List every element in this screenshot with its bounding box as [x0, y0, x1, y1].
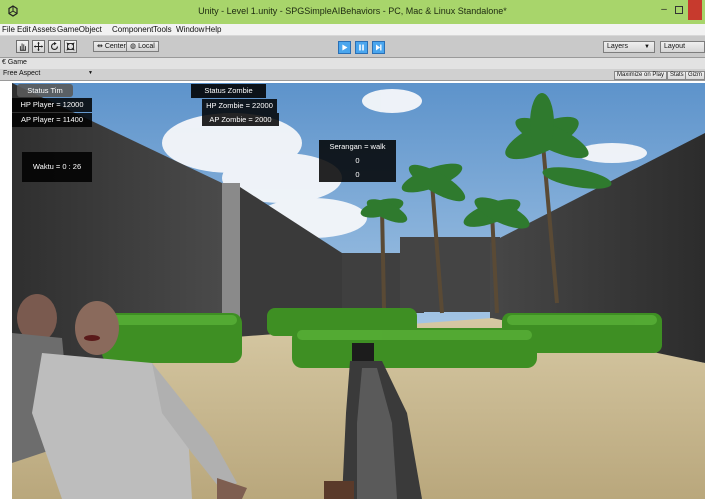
move-icon: [33, 41, 44, 52]
menu-assets[interactable]: Assets: [32, 25, 56, 34]
step-icon: [375, 44, 382, 51]
tab-game-label: Game: [7, 59, 27, 66]
maximize-button[interactable]: [675, 6, 683, 14]
game-viewport[interactable]: Status Tim HP Player = 12000 AP Player =…: [12, 83, 705, 499]
right-block-wall: [400, 237, 500, 312]
attack-value-1: 0: [355, 156, 360, 165]
play-button[interactable]: [338, 41, 351, 54]
attack-status-label: Serangan = walk: [329, 142, 386, 151]
gizmos-toggle[interactable]: Gizm: [685, 71, 705, 80]
chevron-down-icon: ▼: [88, 70, 93, 76]
scale-icon: [66, 42, 75, 51]
window-titlebar: Unity - Level 1.unity - SPGSimpleAIBehav…: [0, 0, 705, 24]
pivot-local-button[interactable]: ◍ Local: [126, 41, 159, 52]
zombie-status-title: Status Zombie: [191, 84, 266, 98]
maximize-on-play-toggle[interactable]: Maximize on Play: [614, 71, 668, 80]
scale-tool-button[interactable]: [64, 40, 77, 53]
layout-label: Layout: [664, 43, 686, 50]
menu-help[interactable]: Help: [205, 25, 221, 34]
game-view-toolbar: Free Aspect ▼ Maximize on Play Stats Giz…: [0, 69, 705, 81]
pivot-icon: ⇹: [97, 43, 103, 50]
tab-game[interactable]: € Game: [2, 59, 27, 66]
hand-tool-button[interactable]: [16, 40, 29, 53]
player-status-title: Status Tim: [17, 84, 73, 97]
pause-icon: [359, 44, 364, 51]
local-label: Local: [138, 43, 155, 50]
menu-component[interactable]: Component: [112, 25, 153, 34]
close-button[interactable]: [688, 0, 702, 20]
minimize-button[interactable]: –: [659, 4, 669, 16]
menu-window[interactable]: Window: [176, 25, 204, 34]
layout-dropdown[interactable]: Layout: [660, 41, 705, 53]
menu-edit[interactable]: Edit: [17, 25, 31, 34]
zombie-hp-label: HP Zombie = 22000: [202, 99, 277, 113]
center-label: Center: [104, 43, 126, 50]
aspect-dropdown[interactable]: Free Aspect ▼: [0, 70, 95, 80]
attack-status-panel: Serangan = walk 0 0: [319, 140, 396, 182]
stats-toggle[interactable]: Stats: [667, 71, 687, 80]
chevron-down-icon: ▼: [644, 44, 650, 50]
player-hp-label: HP Player = 12000: [12, 98, 92, 112]
menu-bar: File Edit Assets GameObject Component To…: [0, 24, 705, 36]
pause-button[interactable]: [355, 41, 368, 54]
attack-value-2: 0: [355, 170, 360, 179]
layers-dropdown[interactable]: Layers ▼: [603, 41, 655, 53]
step-button[interactable]: [372, 41, 385, 54]
rotate-tool-button[interactable]: [48, 40, 61, 53]
timer-label: Waktu = 0 : 26: [22, 152, 92, 182]
game-icon: €: [2, 59, 6, 66]
player-ap-label: AP Player = 11400: [12, 113, 92, 127]
window-title: Unity - Level 1.unity - SPGSimpleAIBehav…: [198, 6, 507, 16]
menu-file[interactable]: File: [2, 25, 15, 34]
aspect-label: Free Aspect: [3, 70, 41, 77]
pivot-center-button[interactable]: ⇹ Center: [93, 41, 130, 52]
layers-label: Layers: [607, 43, 629, 50]
menu-gameobject[interactable]: GameObject: [57, 25, 102, 34]
globe-icon: ◍: [130, 43, 137, 50]
menu-tools[interactable]: Tools: [153, 25, 172, 34]
move-tool-button[interactable]: [32, 40, 45, 53]
main-toolbar: ⇹ Center ◍ Local Layers ▼ Layout: [0, 36, 705, 58]
rotate-icon: [51, 41, 59, 50]
play-icon: [342, 44, 348, 51]
hand-icon: [19, 43, 26, 51]
game-tab-bar: € Game: [0, 58, 705, 69]
zombie-ap-label: AP Zombie = 2000: [202, 113, 279, 126]
